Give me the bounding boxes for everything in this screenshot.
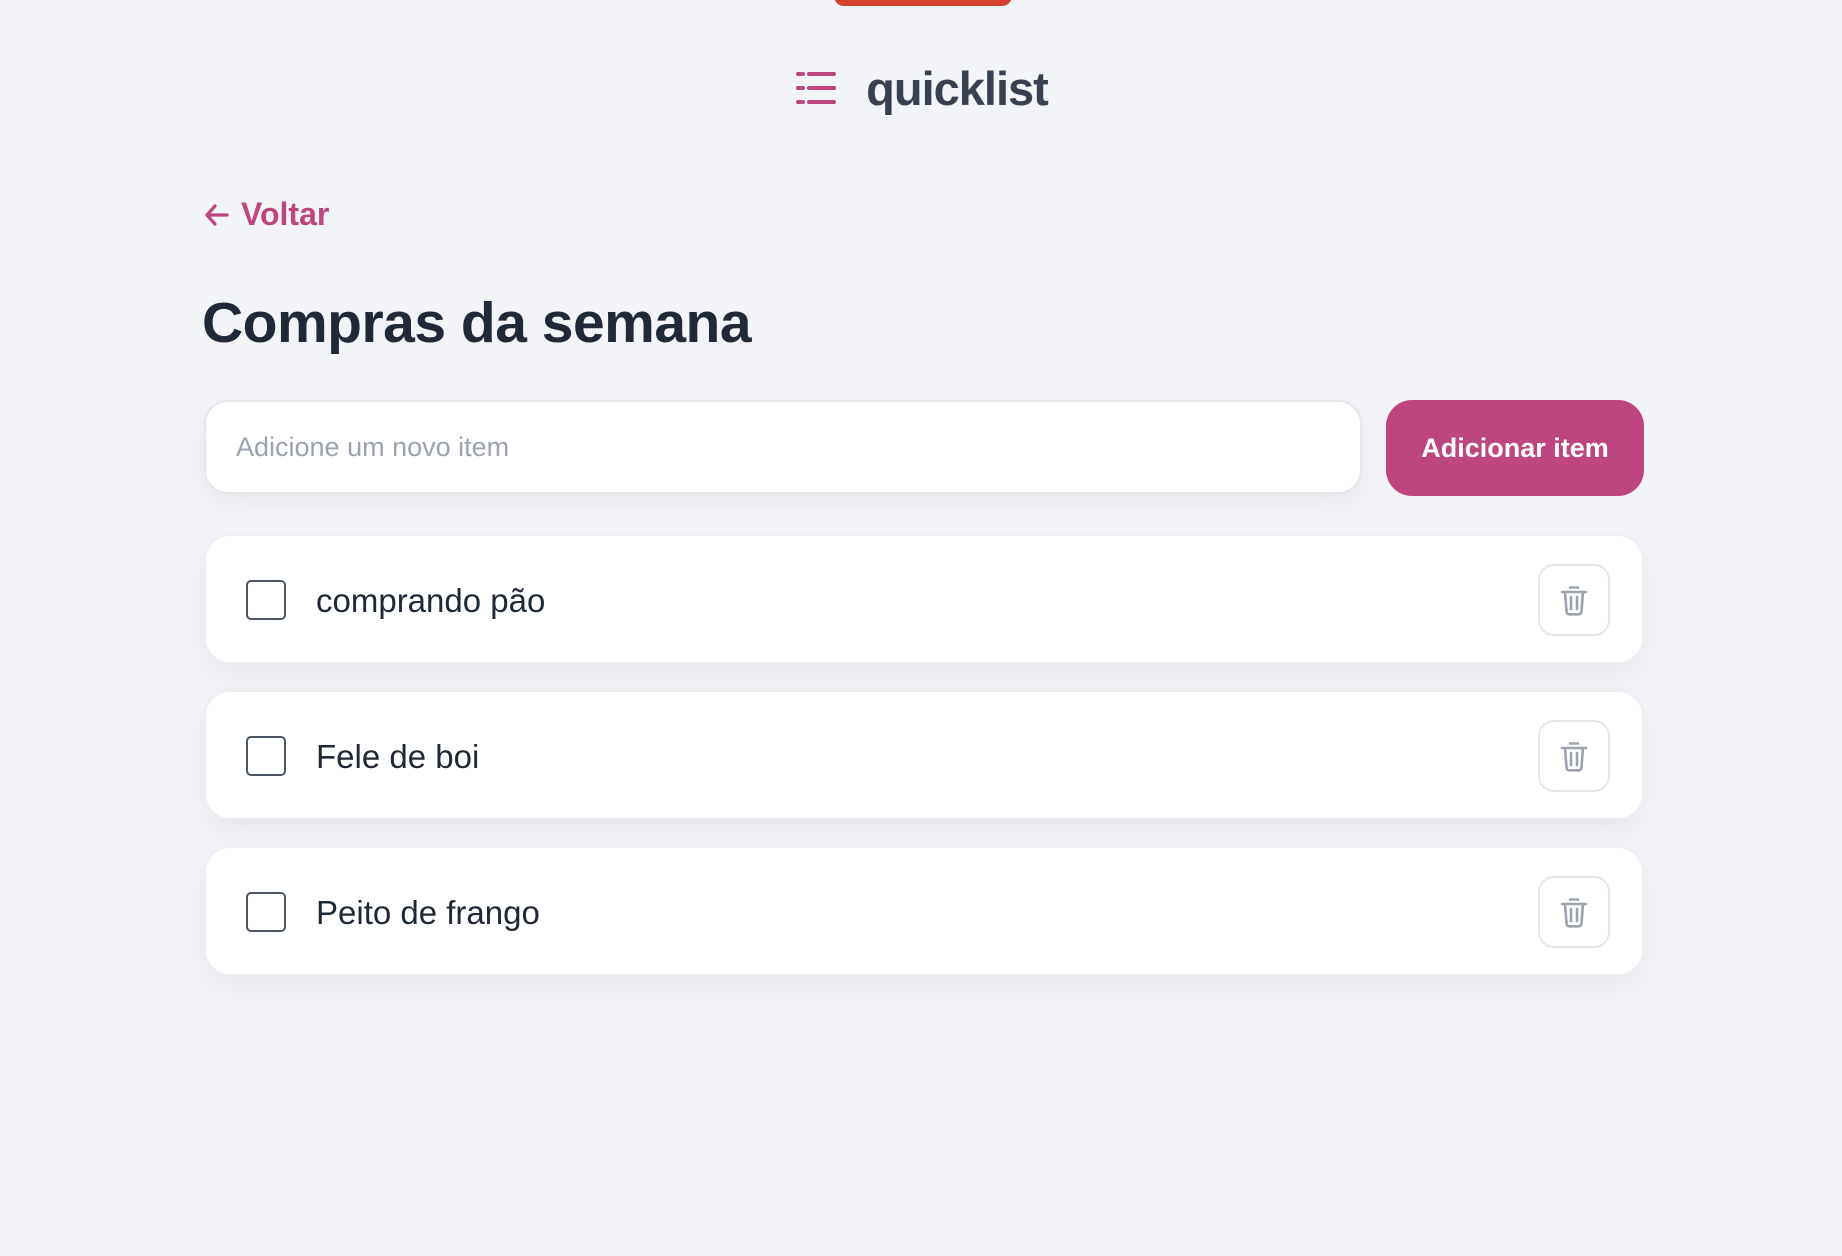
delete-item-button[interactable]	[1538, 876, 1610, 948]
item-checkbox[interactable]	[246, 736, 286, 776]
list-item: Fele de boi	[204, 690, 1644, 820]
app-name: quicklist	[866, 61, 1049, 115]
delete-item-button[interactable]	[1538, 564, 1610, 636]
app-header: quicklist	[0, 58, 1842, 118]
item-label: Peito de frango	[316, 894, 540, 931]
trash-icon	[1559, 896, 1589, 928]
trash-icon	[1559, 740, 1589, 772]
new-item-input[interactable]	[204, 400, 1362, 494]
add-item-form: Adicionar item	[204, 400, 1644, 496]
shopping-list: comprando pão Fele de boi Peito de frang…	[204, 534, 1644, 1002]
item-checkbox[interactable]	[246, 892, 286, 932]
item-checkbox[interactable]	[246, 580, 286, 620]
arrow-left-icon	[203, 201, 231, 229]
back-link-label: Voltar	[241, 196, 330, 232]
add-item-button[interactable]: Adicionar item	[1386, 400, 1644, 496]
item-label: Fele de boi	[316, 738, 480, 775]
list-icon	[794, 68, 838, 108]
back-link[interactable]: Voltar	[203, 196, 329, 233]
page-title: Compras da semana	[202, 291, 752, 355]
delete-item-button[interactable]	[1538, 720, 1610, 792]
trash-icon	[1559, 584, 1589, 616]
item-label: comprando pão	[316, 582, 546, 619]
list-item: Peito de frango	[204, 846, 1644, 976]
list-item: comprando pão	[204, 534, 1644, 664]
top-tab-indicator	[834, 0, 1012, 6]
